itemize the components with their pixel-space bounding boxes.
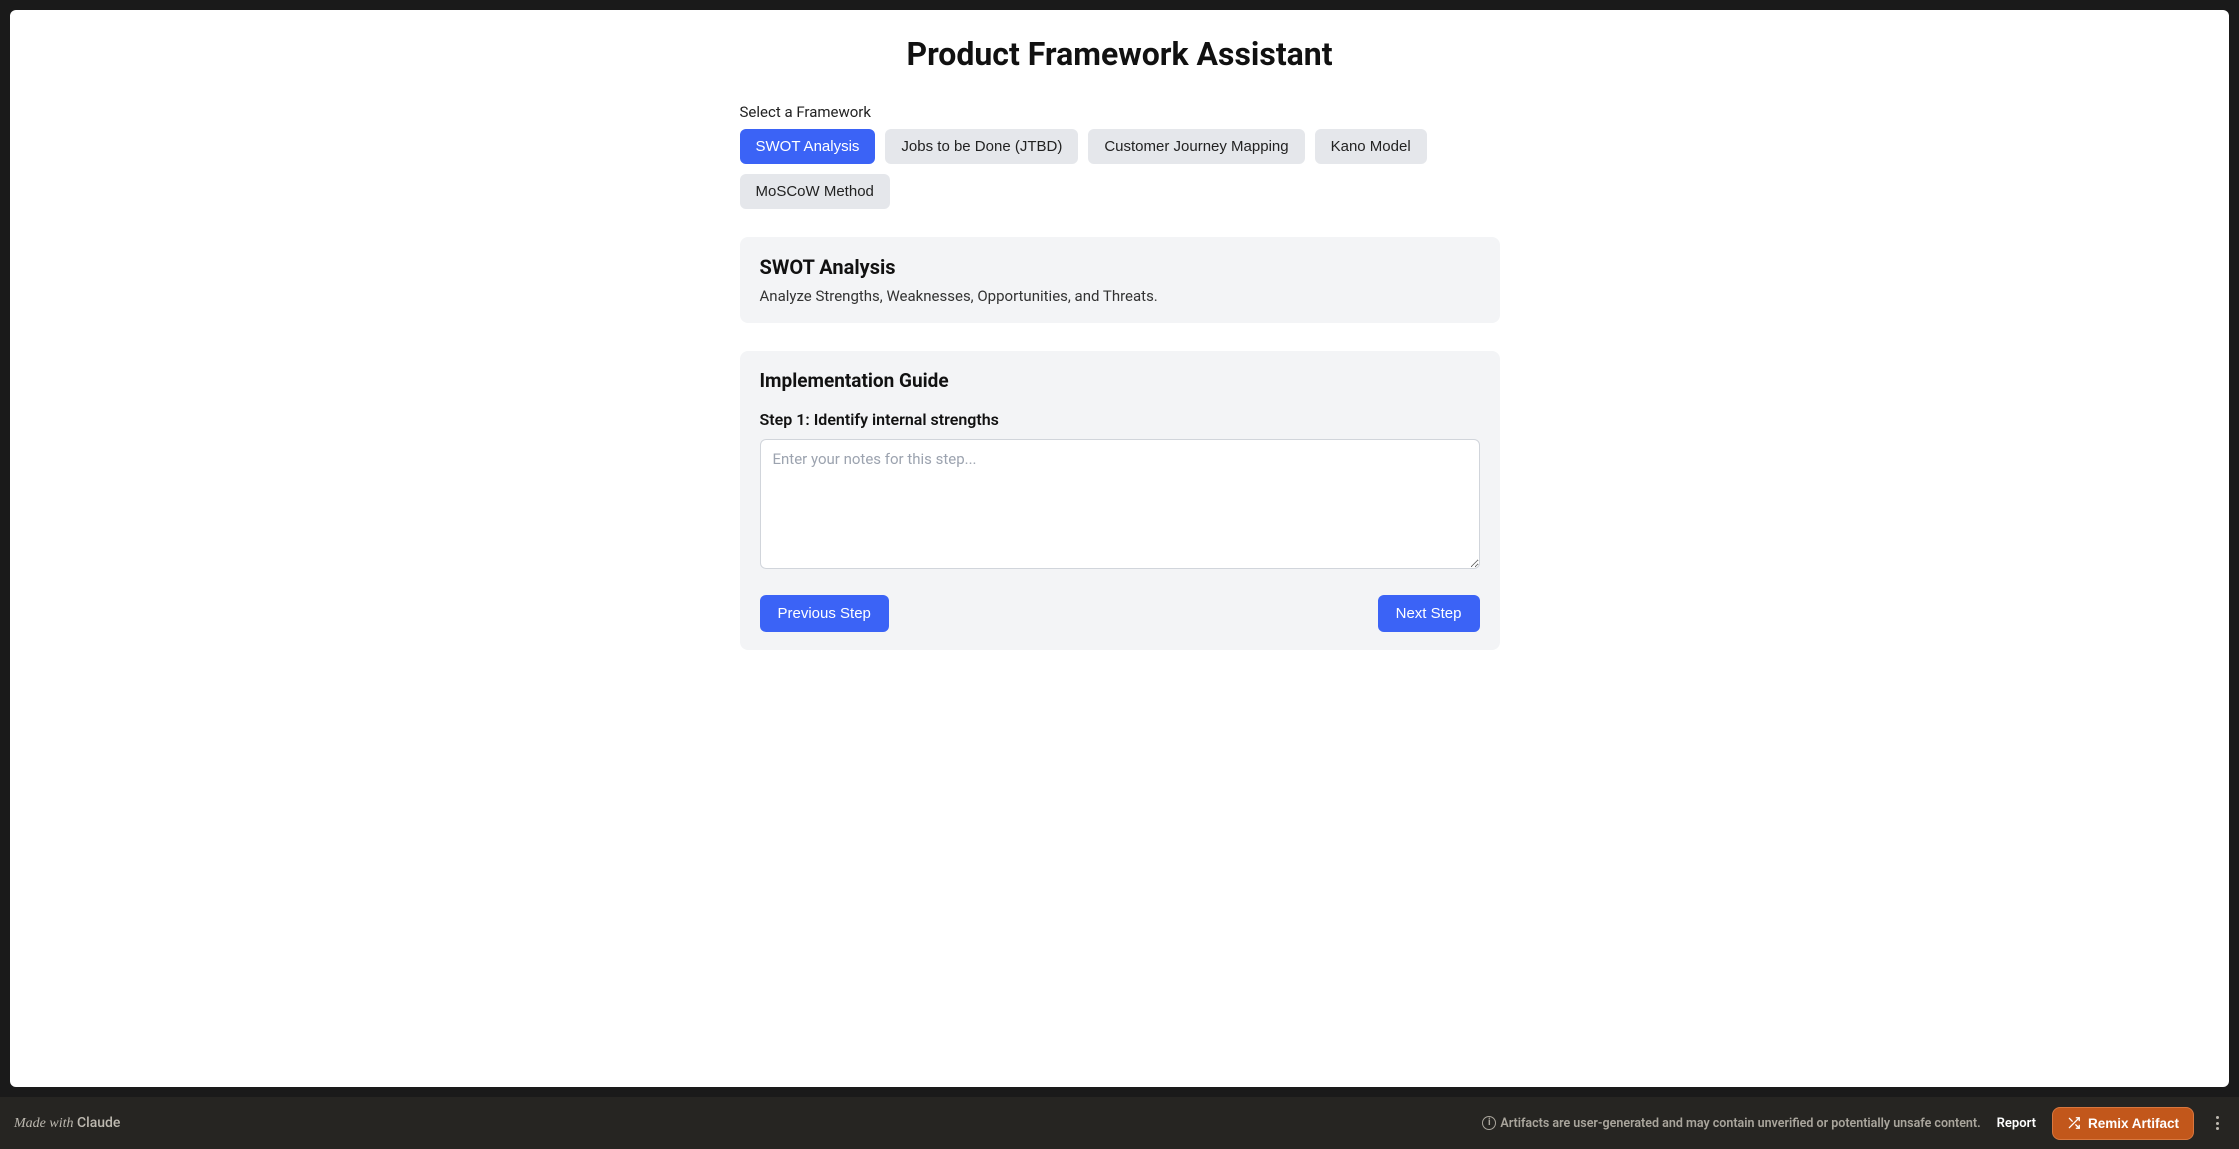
framework-jtbd-button[interactable]: Jobs to be Done (JTBD) bbox=[885, 129, 1078, 164]
guide-title: Implementation Guide bbox=[760, 369, 1480, 392]
step-notes-input[interactable] bbox=[760, 439, 1480, 569]
remix-artifact-button[interactable]: Remix Artifact bbox=[2052, 1107, 2194, 1140]
more-options-button[interactable] bbox=[2210, 1110, 2225, 1136]
framework-kano-button[interactable]: Kano Model bbox=[1315, 129, 1427, 164]
framework-journey-button[interactable]: Customer Journey Mapping bbox=[1088, 129, 1304, 164]
disclaimer-label: Artifacts are user-generated and may con… bbox=[1500, 1116, 1980, 1131]
framework-summary-description: Analyze Strengths, Weaknesses, Opportuni… bbox=[760, 287, 1480, 305]
more-vertical-icon bbox=[2216, 1116, 2219, 1130]
remix-label: Remix Artifact bbox=[2088, 1116, 2179, 1131]
report-button[interactable]: Report bbox=[1997, 1116, 2036, 1131]
step-title: Step 1: Identify internal strengths bbox=[760, 410, 1480, 429]
implementation-guide-card: Implementation Guide Step 1: Identify in… bbox=[740, 351, 1500, 650]
shuffle-icon bbox=[2067, 1116, 2081, 1130]
framework-swot-button[interactable]: SWOT Analysis bbox=[740, 129, 876, 164]
info-icon: i bbox=[1482, 1116, 1496, 1130]
framework-select-label: Select a Framework bbox=[740, 103, 1500, 121]
made-with-brand: Claude bbox=[77, 1115, 120, 1131]
framework-summary-card: SWOT Analysis Analyze Strengths, Weaknes… bbox=[740, 237, 1500, 323]
framework-moscow-button[interactable]: MoSCoW Method bbox=[740, 174, 890, 209]
made-with-prefix: Made with bbox=[14, 1116, 77, 1131]
main-content: Product Framework Assistant Select a Fra… bbox=[10, 10, 2229, 1087]
framework-summary-title: SWOT Analysis bbox=[760, 255, 1480, 279]
page-title: Product Framework Assistant bbox=[40, 35, 2199, 73]
next-step-button[interactable]: Next Step bbox=[1378, 595, 1480, 632]
made-with-claude[interactable]: Made with Claude bbox=[14, 1115, 120, 1132]
footer-bar: Made with Claude i Artifacts are user-ge… bbox=[0, 1097, 2239, 1149]
framework-button-group: SWOT Analysis Jobs to be Done (JTBD) Cus… bbox=[740, 129, 1500, 209]
disclaimer-text: i Artifacts are user-generated and may c… bbox=[1482, 1116, 1980, 1131]
previous-step-button[interactable]: Previous Step bbox=[760, 595, 889, 632]
